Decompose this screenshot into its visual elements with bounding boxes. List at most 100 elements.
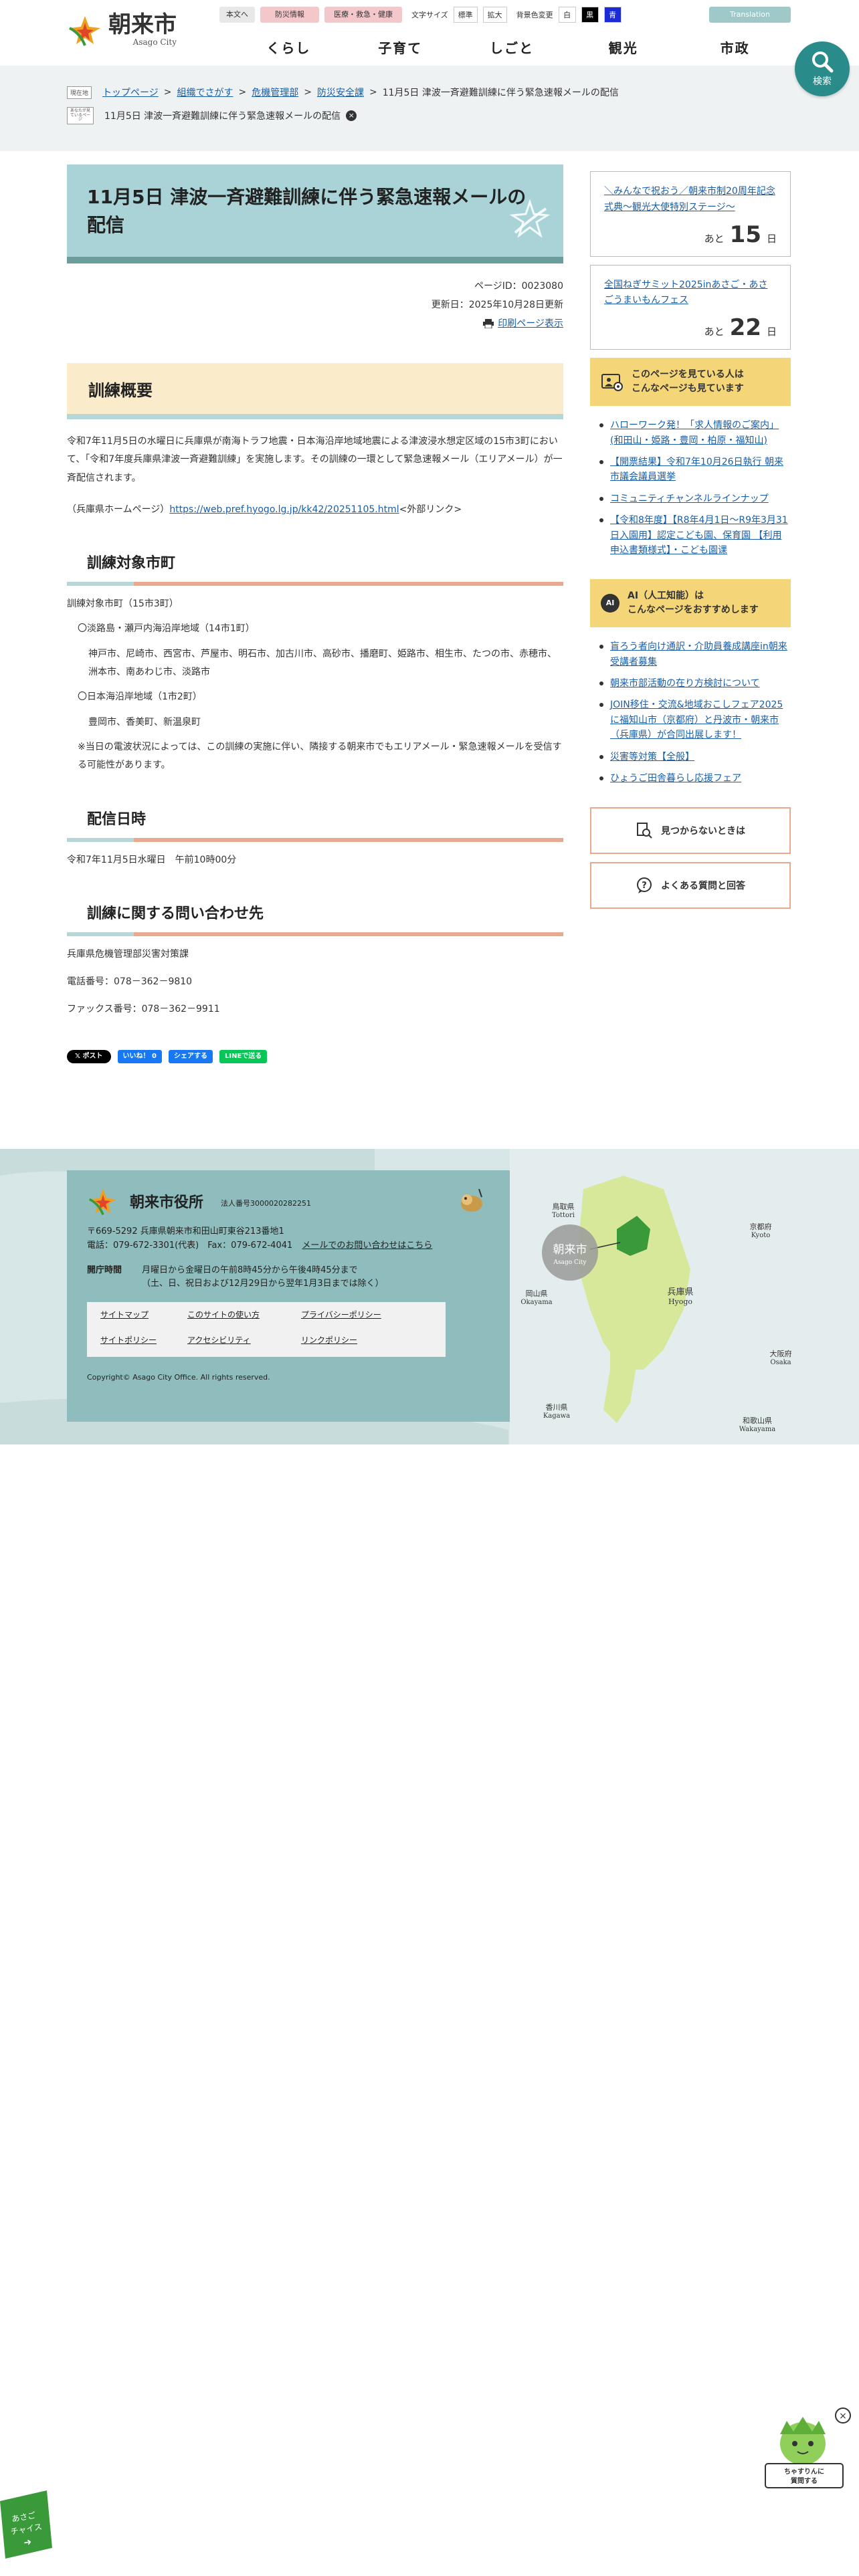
footer-address: 〒669-5292 兵庫県朝来市和田山町東谷213番地1	[87, 1226, 284, 1237]
search-icon	[812, 51, 834, 73]
x-post-button[interactable]: 𝕏 ポスト	[67, 1049, 111, 1063]
event-link[interactable]: ＼みんなで祝おう／朝来市制20周年記念式典～観光大使特別ステージ～	[604, 184, 777, 216]
list-item: 災害等対策【全般】	[590, 750, 791, 764]
breadcrumb-organization[interactable]: 組織でさがす	[177, 86, 233, 99]
facebook-like-button[interactable]: いいね！ 0	[117, 1049, 162, 1063]
breadcrumb-separator: >	[369, 87, 377, 98]
site-footer: 朝来市役所 法人番号3000020282251 〒669-5292 兵庫県朝来市…	[0, 1149, 859, 1444]
hyogo-location-map: 朝来市 Asago City 鳥取県 Tottori 京都府 Kyoto 岡山県…	[510, 1149, 859, 1444]
line-share-button[interactable]: LINEで送る	[219, 1049, 268, 1063]
list-item: ハローワーク発！「求人情報のご案内」(和田山・姫路・豊岡・柏原・福知山)	[590, 418, 791, 448]
viewed-page-link[interactable]: ハローワーク発！「求人情報のご案内」(和田山・姫路・豊岡・柏原・福知山)	[610, 420, 779, 445]
footer-link-sitemap[interactable]: サイトマップ	[100, 1309, 187, 1325]
heading-underline	[67, 582, 563, 586]
breadcrumb: 現在地 トップページ > 組織でさがす > 危機管理部 > 防災安全課 > 11…	[67, 86, 619, 99]
section-heading-contact: 訓練に関する問い合わせ先	[87, 905, 264, 922]
nav-item-shigoto[interactable]: しごと	[456, 35, 568, 62]
faq-button[interactable]: ? よくある質問と回答	[590, 862, 791, 909]
font-large-button[interactable]: 拡大	[482, 7, 507, 23]
viewed-page-link[interactable]: コミュニティチャンネルラインナップ	[610, 494, 769, 504]
svg-text:Asago City: Asago City	[553, 1259, 587, 1266]
breadcrumb-safety-section[interactable]: 防災安全課	[317, 86, 364, 99]
ai-recommend-link[interactable]: ひょうご田舎暮らし応援フェア	[610, 773, 741, 784]
footer-link-howto[interactable]: このサイトの使い方	[187, 1309, 301, 1325]
footer-link-accessibility[interactable]: アクセシビリティ	[187, 1334, 301, 1350]
bg-white-button[interactable]: 白	[558, 7, 576, 23]
search-button[interactable]: 検索	[795, 41, 850, 96]
document-search-icon	[637, 823, 652, 839]
breadcrumb-crisis-dept[interactable]: 危機管理部	[252, 86, 298, 99]
countdown: あと 22 日	[704, 314, 777, 342]
nav-item-kanko[interactable]: 観光	[567, 35, 679, 62]
ai-recommend-heading: AI AI（人工知能）は こんなページをおすすめします	[590, 579, 791, 628]
breadcrumb-separator: >	[304, 87, 312, 98]
nav-item-kosodate[interactable]: 子育て	[345, 35, 456, 62]
nav-item-shisei[interactable]: 市政	[679, 35, 791, 62]
viewed-pages-heading: このページを見ている人は こんなページも見ています	[590, 358, 791, 407]
list-item: コミュニティチャンネルラインナップ	[590, 492, 791, 506]
footer-logo: 朝来市役所 法人番号3000020282251	[87, 1186, 490, 1216]
bg-black-button[interactable]: 黒	[581, 7, 599, 23]
svg-text:朝来市: 朝来市	[553, 1243, 587, 1257]
people-viewing-icon	[601, 374, 623, 392]
recent-page-item[interactable]: 11月5日 津波一斉避難訓練に伴う緊急速報メールの配信	[104, 109, 341, 122]
search-label: 検索	[813, 76, 832, 87]
logo-english: Asago City	[132, 37, 177, 47]
hyogo-external-link[interactable]: https://web.pref.hyogo.lg.jp/kk42/202511…	[169, 504, 399, 515]
ai-recommend-link[interactable]: 盲ろう者向け通訳・介助員養成講座in朝来 受講者募集	[610, 641, 787, 667]
ai-recommend-list: 盲ろう者向け通訳・介助員養成講座in朝来 受講者募集 朝来市部活動の在り方検討に…	[590, 639, 791, 786]
external-link-label: <外部リンク>	[399, 504, 462, 515]
breadcrumb-top[interactable]: トップページ	[102, 86, 159, 99]
footer-tel-fax: 電話：079-672-3301(代表) Fax：079-672-4041	[87, 1240, 293, 1251]
facebook-share-button[interactable]: シェアする	[169, 1049, 213, 1063]
footer-mail-link[interactable]: メールでのお問い合わせはこちら	[302, 1241, 432, 1251]
footer-link-sitepolicy[interactable]: サイトポリシー	[100, 1334, 187, 1350]
list-item: JOIN移住・交流&地域おこしフェア2025に福知山市（京都府）と丹波市・朝来市…	[590, 697, 791, 742]
asago-chice-button[interactable]: あさご チャイス ➜	[0, 2488, 54, 2561]
skip-to-content-button[interactable]: 本文へ	[219, 7, 255, 23]
svg-text:Hyogo: Hyogo	[668, 1297, 692, 1306]
nav-item-kurashi[interactable]: くらし	[233, 35, 345, 62]
svg-text:兵庫県: 兵庫県	[667, 1287, 693, 1297]
event-countdown-card: ＼みんなで祝おう／朝来市制20周年記念式典～観光大使特別ステージ～ あと 15 日	[590, 171, 791, 257]
ai-recommend-link[interactable]: 朝来市部活動の在り方検討について	[610, 678, 760, 689]
main-content: 11月5日 津波一斉避難訓練に伴う緊急速報メールの配信 ページID：002308…	[67, 165, 563, 1063]
bg-blue-button[interactable]: 青	[603, 7, 622, 23]
footer-office-name: 朝来市役所	[130, 1194, 204, 1211]
svg-text:香川県: 香川県	[546, 1403, 568, 1412]
translation-button[interactable]: Translation	[709, 7, 791, 23]
not-found-button[interactable]: 見つからないときは	[590, 807, 791, 855]
footer-hours-note: （土、日、祝日および12月29日から翌年1月3日までは除く）	[142, 1279, 384, 1289]
svg-text:質問する: 質問する	[791, 2476, 818, 2485]
chatbot-mascot-button[interactable]: × ちゃすりんに 質問する	[760, 2407, 851, 2494]
global-nav: くらし 子育て しごと 観光 市政	[233, 35, 791, 62]
print-link[interactable]: 印刷ページ表示	[483, 314, 563, 333]
asago-logo-icon	[88, 1188, 117, 1215]
footer-link-privacy[interactable]: プライバシーポリシー	[301, 1309, 415, 1325]
viewed-page-link[interactable]: 【開票結果】令和7年10月26日執行 朝来市議会議員選挙	[610, 457, 783, 482]
svg-text:×: ×	[839, 2411, 847, 2422]
viewed-page-link[interactable]: 【令和8年度】【R8年4月1日～R9年3月31日入園用】認定こども園、保育園 【…	[610, 515, 788, 556]
ai-recommend-link[interactable]: 災害等対策【全般】	[610, 752, 694, 762]
site-logo[interactable]: 朝来市 Asago City	[67, 13, 177, 47]
svg-text:鳥取県: 鳥取県	[553, 1202, 575, 1211]
svg-text:大阪府: 大阪府	[770, 1349, 792, 1358]
heading-underline	[67, 932, 563, 936]
faq-label: よくある質問と回答	[661, 881, 745, 892]
ai-heading-line2: こんなページをおすすめします	[628, 605, 759, 616]
font-normal-button[interactable]: 標準	[453, 7, 478, 23]
ai-recommend-link[interactable]: JOIN移住・交流&地域おこしフェア2025に福知山市（京都府）と丹波市・朝来市…	[610, 700, 783, 740]
footer-link-linkpolicy[interactable]: リンクポリシー	[301, 1334, 415, 1350]
hyogo-link-prefix: （兵庫県ホームページ）	[67, 504, 170, 515]
medical-info-button[interactable]: 医療・救急・健康	[324, 7, 402, 23]
close-icon[interactable]: ×	[346, 110, 357, 121]
event-link[interactable]: 全国ねぎサミット2025inあさご・あさごうまいもんフェス	[604, 278, 777, 310]
contact-org: 兵庫県危機管理部災害対策課	[67, 948, 189, 960]
footer-hours-label: 開庁時間	[87, 1265, 122, 1275]
disaster-info-button[interactable]: 防災情報	[260, 7, 319, 23]
heading-underline	[67, 837, 563, 842]
contact-fax: ファックス番号：078－362－9911	[67, 1004, 220, 1015]
svg-text:Okayama: Okayama	[520, 1299, 552, 1306]
page-title-box: 11月5日 津波一斉避難訓練に伴う緊急速報メールの配信	[67, 165, 563, 263]
event-countdown-card: 全国ねぎサミット2025inあさご・あさごうまいもんフェス あと 22 日	[590, 264, 791, 350]
